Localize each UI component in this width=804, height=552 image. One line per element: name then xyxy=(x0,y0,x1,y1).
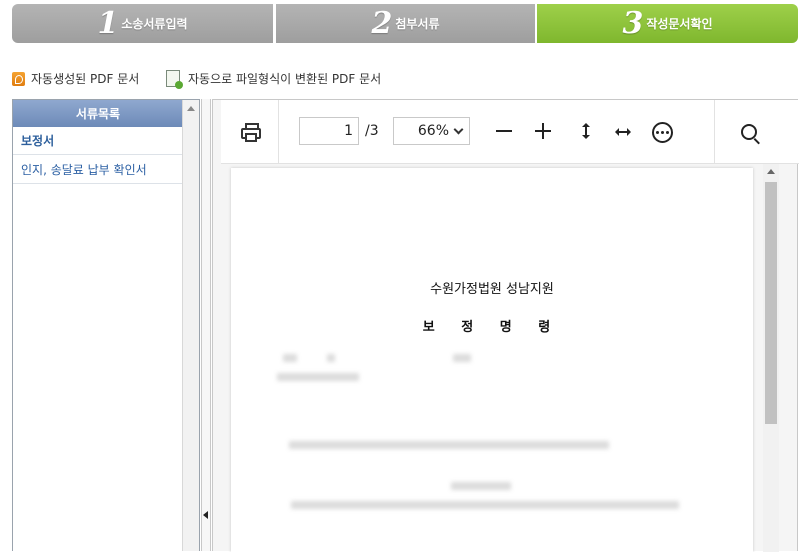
fit-height-icon[interactable] xyxy=(581,123,591,139)
step-number: 1 xyxy=(97,5,119,41)
document-list-panel: 서류목록 보정서 인지, 송달료 납부 확인서 xyxy=(12,99,200,551)
redacted-text xyxy=(291,501,679,509)
scroll-up-icon[interactable] xyxy=(187,106,195,111)
zoom-out-icon[interactable] xyxy=(496,130,512,132)
redacted-text xyxy=(453,354,471,362)
document-list-header: 서류목록 xyxy=(13,100,183,127)
redacted-text xyxy=(327,354,335,362)
document-court-name: 수원가정법원 성남지원 xyxy=(430,282,554,297)
document-title: 보 정 명 령 xyxy=(422,320,562,335)
document-item-correction[interactable]: 보정서 xyxy=(13,127,183,155)
collapse-left-icon[interactable] xyxy=(203,511,208,519)
pdf-page: 수원가정법원 성남지원 보 정 명 령 xyxy=(231,168,753,552)
pdf-viewer: 1 /3 66% 수원가정법원 성남지원 보 정 명 령 xyxy=(212,99,799,552)
panel-splitter[interactable] xyxy=(201,99,211,551)
legend-converted-pdf-label: 자동으로 파일형식이 변환된 PDF 문서 xyxy=(188,72,382,86)
toolbar-divider xyxy=(714,100,715,163)
redacted-text xyxy=(283,354,297,362)
page-number-input[interactable]: 1 xyxy=(299,117,359,145)
step-3-review-document: 3 작성문서확인 xyxy=(537,4,798,43)
scrollbar-thumb[interactable] xyxy=(765,182,777,424)
zoom-select[interactable]: 66% xyxy=(393,117,470,145)
legend-auto-pdf: 자동생성된 PDF 문서 xyxy=(12,70,139,87)
zoom-in-icon[interactable] xyxy=(535,123,551,139)
toolbar-divider xyxy=(278,100,279,163)
step-progress-bar: 1 소송서류입력 2 첨부서류 3 작성문서확인 xyxy=(12,4,798,43)
redacted-text xyxy=(277,373,359,381)
auto-pdf-icon xyxy=(12,71,25,86)
more-options-icon[interactable] xyxy=(652,122,673,143)
step-label: 첨부서류 xyxy=(395,17,440,31)
redacted-text xyxy=(451,482,511,490)
step-number: 2 xyxy=(371,5,393,41)
page-total: /3 xyxy=(365,123,379,139)
fit-width-icon[interactable] xyxy=(615,127,631,137)
search-icon[interactable] xyxy=(741,124,757,140)
step-label: 작성문서확인 xyxy=(646,17,713,31)
redacted-text xyxy=(289,441,609,449)
step-2-attachments: 2 첨부서류 xyxy=(276,4,535,43)
scroll-up-icon[interactable] xyxy=(767,169,775,174)
document-list-scrollbar[interactable] xyxy=(182,100,199,551)
zoom-value: 66% xyxy=(417,123,449,139)
pdf-vertical-scrollbar[interactable] xyxy=(763,164,779,552)
step-label: 소송서류입력 xyxy=(121,17,188,31)
legend-converted-pdf: 자동으로 파일형식이 변환된 PDF 문서 xyxy=(166,70,382,89)
step-1-document-input: 1 소송서류입력 xyxy=(12,4,273,43)
legend-auto-pdf-label: 자동생성된 PDF 문서 xyxy=(31,72,140,86)
pdf-toolbar: 1 /3 66% xyxy=(221,100,799,164)
chevron-down-icon xyxy=(453,124,464,135)
converted-document-icon xyxy=(166,70,183,89)
print-icon[interactable] xyxy=(241,123,261,142)
document-item-stamp-fee-receipt[interactable]: 인지, 송달료 납부 확인서 xyxy=(13,156,183,184)
step-number: 3 xyxy=(622,5,644,41)
